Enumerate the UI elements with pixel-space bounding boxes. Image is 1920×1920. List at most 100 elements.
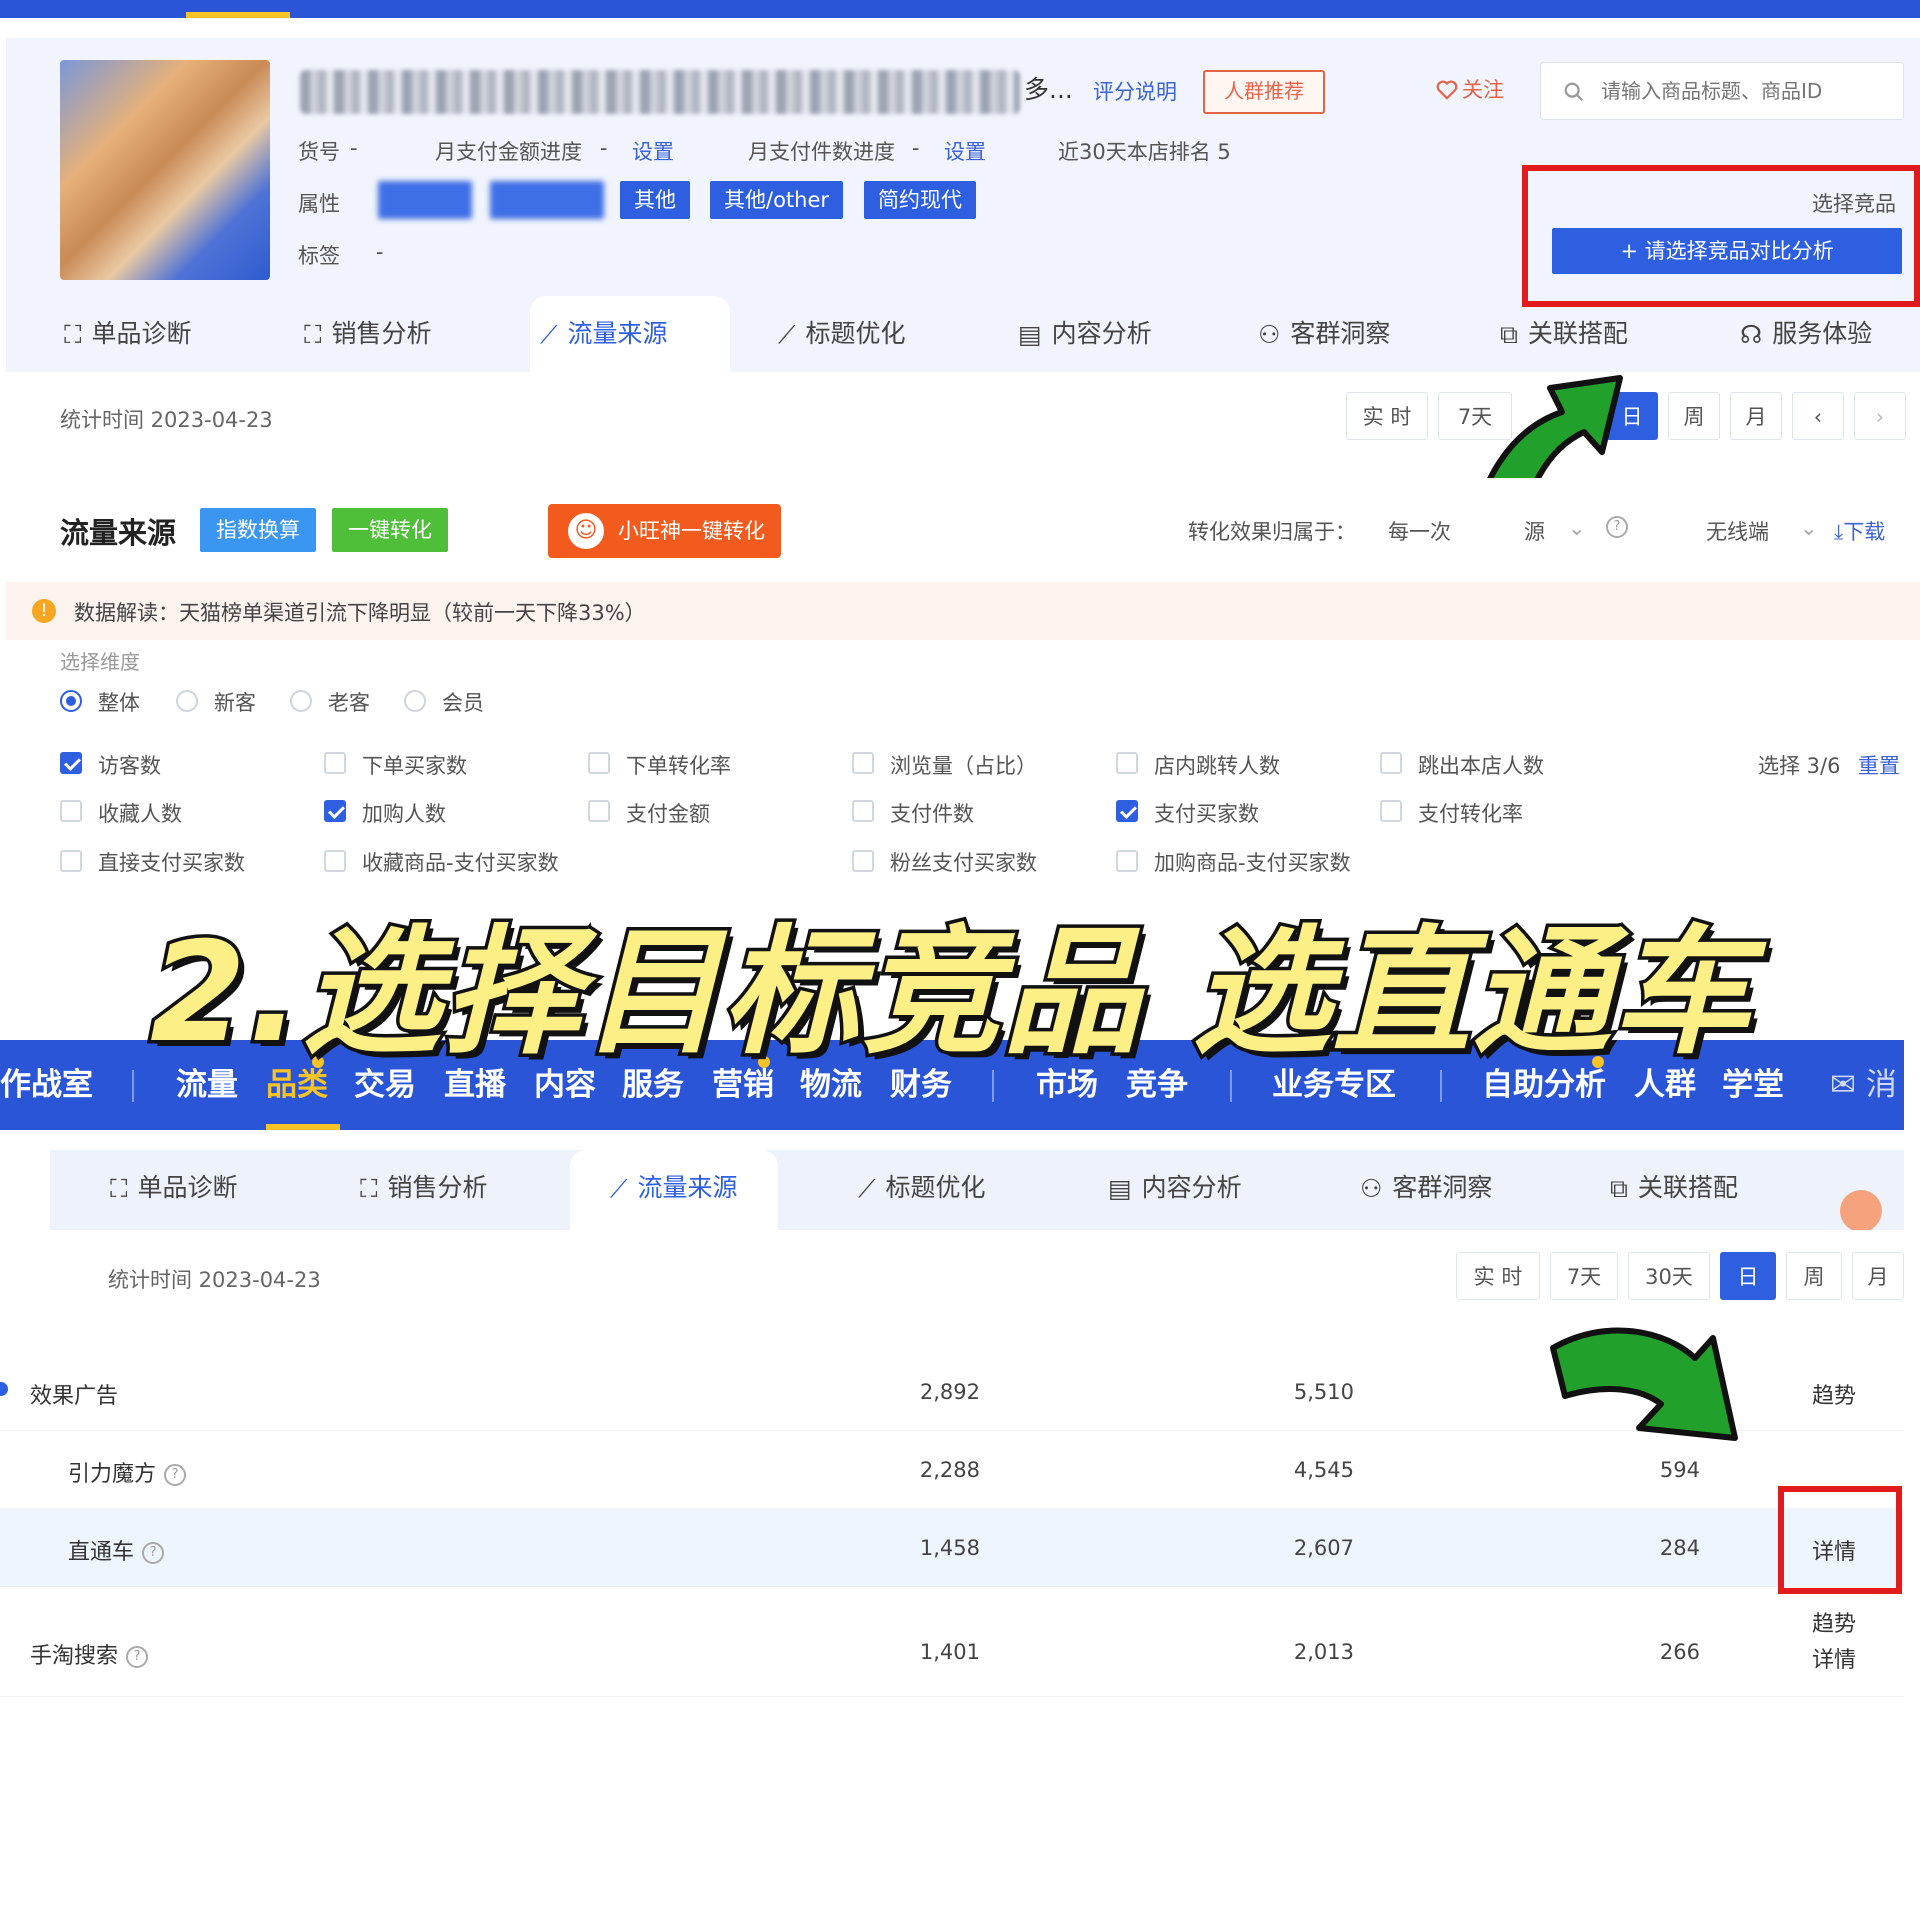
metric-checkbox[interactable]	[852, 850, 874, 872]
tab-item-content[interactable]: ▤ 内容分析	[1018, 296, 1152, 372]
follow-button[interactable]: 关注	[1436, 74, 1504, 104]
line-chart-icon: ⟋	[858, 1174, 876, 1203]
line-chart-icon: ⟋	[610, 1174, 628, 1203]
help-icon[interactable]: ?	[1606, 514, 1628, 538]
tab-item-sales[interactable]: ⛶ 销售分析	[304, 296, 432, 372]
period-month-button[interactable]: 月	[1852, 1252, 1904, 1300]
one-click-convert-button[interactable]: 一键转化	[332, 508, 448, 552]
metric-checkbox[interactable]	[324, 850, 346, 872]
nav-item-messages[interactable]: ✉ 消	[1830, 1040, 1897, 1130]
analysis-tabs: ⛶ 单品诊断 ⛶ 销售分析 ⟋ 流量来源 ⟋ 标题优化 ▤ 内容分析 ⚇ 客群洞察 ⧉ 关联搭…	[6, 296, 1920, 372]
tab2-item-sales[interactable]: ⛶ 销售分析	[360, 1150, 488, 1226]
help-icon[interactable]: ?	[126, 1646, 149, 1668]
period-week-button[interactable]: 周	[1786, 1252, 1842, 1300]
metric-checkbox[interactable]	[60, 752, 82, 774]
metric-checkbox[interactable]	[1380, 800, 1402, 822]
monthly-count-label: 月支付件数进度	[748, 140, 895, 164]
channel-name: 引力魔方?	[68, 1456, 187, 1488]
mascot-icon: ☺	[568, 513, 604, 549]
product-title-blurred	[300, 70, 1020, 114]
channel-name: 手淘搜索?	[30, 1638, 149, 1670]
nav-item-war-room[interactable]: 作战室	[0, 1040, 93, 1130]
traffic-source-title: 流量来源	[60, 516, 177, 550]
metric-checkbox[interactable]	[852, 752, 874, 774]
expand-dot-icon[interactable]	[0, 1382, 8, 1396]
monthly-amount-set-link[interactable]: 设置	[632, 136, 674, 166]
radio-dimension-new[interactable]	[176, 690, 198, 712]
green-arrow-down-right-icon	[1550, 1327, 1738, 1441]
product-search-box[interactable]	[1540, 62, 1904, 120]
next-period-button[interactable]: ›	[1854, 392, 1906, 440]
metric-checkbox[interactable]	[60, 800, 82, 822]
tab-item-diagnosis[interactable]: ⛶ 单品诊断	[64, 296, 192, 372]
device-select[interactable]: 无线端	[1706, 516, 1769, 546]
metric-checkbox[interactable]	[60, 850, 82, 872]
monthly-count-set-link[interactable]: 设置	[944, 136, 986, 166]
help-icon[interactable]: ?	[164, 1464, 187, 1486]
tab2-item-audience[interactable]: ⚇ 客群洞察	[1360, 1150, 1492, 1226]
period-7d-button[interactable]: 7天	[1550, 1252, 1618, 1300]
table-row: 直通车? 1,458 2,607 284 详情	[0, 1508, 1904, 1587]
period-week-button[interactable]: 周	[1668, 392, 1720, 440]
chevron-down-icon[interactable]: ⌄	[1800, 516, 1818, 540]
metric-checkbox[interactable]	[324, 800, 346, 822]
tab-item-audience[interactable]: ⚇ 客群洞察	[1258, 296, 1390, 372]
dimension-label: 选择维度	[60, 650, 140, 674]
channel-name-text: 引力魔方	[68, 1462, 157, 1487]
tab-item-audience-label: 客群洞察	[1290, 319, 1391, 348]
metric-checkbox[interactable]	[588, 752, 610, 774]
download-button[interactable]: ⤓下载	[1834, 516, 1885, 546]
tab-item-traffic[interactable]: ⟋ 流量来源	[540, 296, 668, 372]
metric-checkbox[interactable]	[852, 800, 874, 822]
users-icon: ⚇	[1258, 320, 1281, 349]
attr-tag-blurred-1	[378, 181, 472, 219]
prev-period-button[interactable]: ‹	[1792, 392, 1844, 440]
period-month-button[interactable]: 月	[1730, 392, 1782, 440]
radio-dimension-all[interactable]	[60, 690, 82, 712]
radio-dimension-old[interactable]	[290, 690, 312, 712]
period-30d-button[interactable]: 30天	[1628, 1252, 1710, 1300]
reset-link[interactable]: 重置	[1858, 750, 1900, 780]
product-title-suffix: 多...	[1024, 75, 1073, 104]
tab-item-service[interactable]: ☊ 服务体验	[1740, 296, 1872, 372]
tab2-item-content[interactable]: ▤ 内容分析	[1108, 1150, 1242, 1226]
period-realtime-button[interactable]: 实 时	[1456, 1252, 1540, 1300]
metric-checkbox[interactable]	[1116, 752, 1138, 774]
value-second: 2,607	[1293, 1536, 1354, 1560]
attribution-label: 转化效果归属于：	[1188, 520, 1356, 544]
tab-item-service-label: 服务体验	[1772, 319, 1873, 348]
period-day-button[interactable]: 日	[1720, 1252, 1776, 1300]
radio-dimension-member[interactable]	[404, 690, 426, 712]
assistant-mascot-icon[interactable]	[1840, 1190, 1882, 1232]
top-nav-bar	[0, 0, 1920, 18]
document-icon: ▤	[1018, 320, 1042, 349]
tab2-item-diagnosis[interactable]: ⛶ 单品诊断	[110, 1150, 238, 1226]
trend-link[interactable]: 趋势	[1812, 1378, 1856, 1410]
trend-link[interactable]: 趋势	[1812, 1606, 1856, 1638]
attr-tag-1: 其他	[620, 181, 690, 219]
index-convert-button[interactable]: 指数换算	[200, 508, 316, 552]
tab2-item-title[interactable]: ⟋ 标题优化	[858, 1150, 986, 1226]
tab2-item-related[interactable]: ⧉ 关联搭配	[1610, 1150, 1738, 1226]
tab2-item-sales-label: 销售分析	[387, 1173, 488, 1202]
metric-checkbox[interactable]	[1116, 800, 1138, 822]
period-realtime-button[interactable]: 实 时	[1346, 392, 1428, 440]
chevron-down-icon[interactable]: ⌄	[1568, 516, 1586, 540]
tab-item-title[interactable]: ⟋ 标题优化	[778, 296, 906, 372]
crowd-recommend-button[interactable]: 人群推荐	[1203, 70, 1325, 114]
channel-name: 直通车?	[68, 1534, 165, 1566]
metric-checkbox[interactable]	[588, 800, 610, 822]
detail-link[interactable]: 详情	[1812, 1642, 1856, 1674]
product-thumbnail[interactable]	[60, 60, 270, 280]
metric-checkbox[interactable]	[1380, 752, 1402, 774]
metric-checkbox[interactable]	[1116, 850, 1138, 872]
metric-checkbox[interactable]	[324, 752, 346, 774]
value-third: 594	[1659, 1458, 1700, 1482]
nav-separator	[132, 1070, 134, 1102]
tab2-item-traffic[interactable]: ⟋ 流量来源	[610, 1150, 738, 1226]
search-input[interactable]	[1599, 73, 1893, 109]
rating-explain-link[interactable]: 评分说明	[1093, 76, 1177, 106]
xiaowangshen-convert-button[interactable]: ☺ 小旺神一键转化	[548, 504, 781, 558]
help-icon[interactable]: ?	[142, 1542, 165, 1564]
attribution-select[interactable]: 每一次	[1388, 516, 1451, 546]
